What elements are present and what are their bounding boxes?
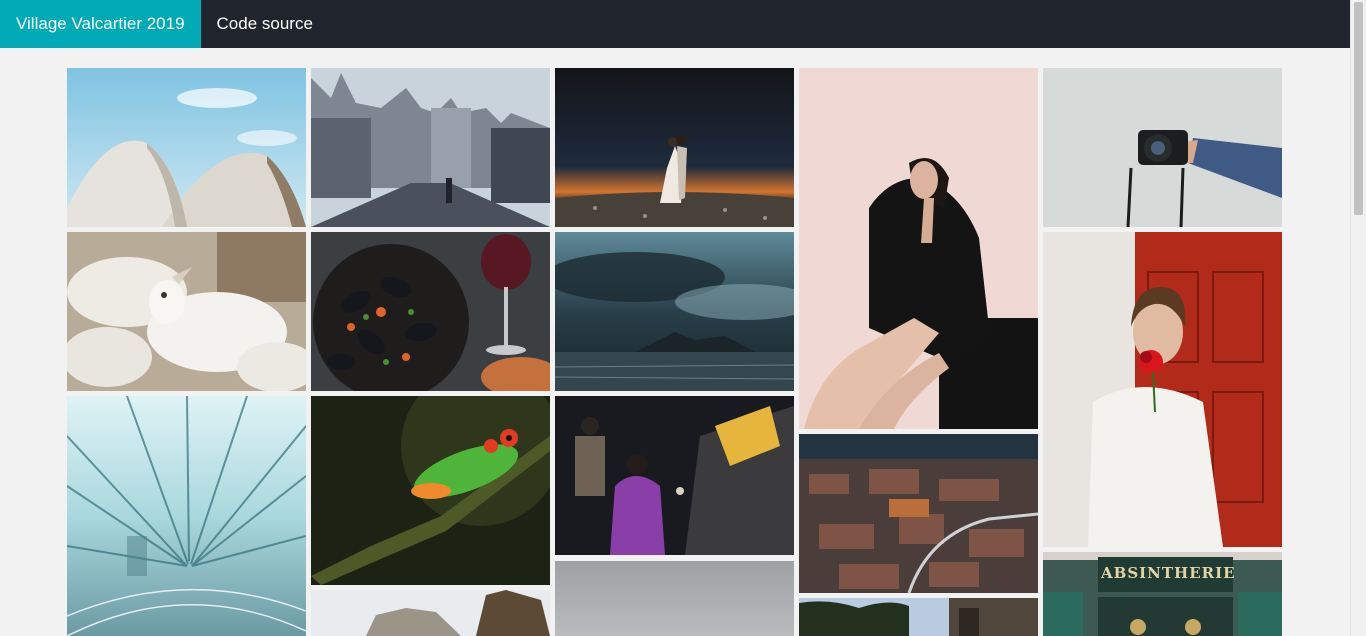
forest-edge-image [799,598,1038,636]
tunnel-image [67,396,306,636]
photo-speed-tunnel[interactable] [67,396,306,636]
rocky-cliff-image [311,590,550,636]
mussels-image [311,232,550,391]
top-navbar: Village Valcartier 2019 Code source [0,0,1350,48]
photo-night-ritual[interactable] [555,396,794,555]
night-ritual-image [555,396,794,555]
photo-couple-sunset[interactable] [555,68,794,227]
photo-man-red-door[interactable] [1043,232,1282,547]
stormy-sea-image [555,232,794,391]
source-code-link[interactable]: Code source [201,0,329,48]
goats-image [67,232,306,391]
tree-frog-image [311,396,550,585]
opera-house-image [67,68,306,227]
photo-absinthe-shop[interactable]: ABSINTHERIE [1043,552,1282,636]
photo-forest-edge[interactable] [799,598,1038,636]
photo-tree-frog[interactable] [311,396,550,585]
photo-opera-house[interactable] [67,68,306,227]
photo-woman-black-dress[interactable] [799,68,1038,429]
shop-sign-text: ABSINTHERIE [1101,564,1236,582]
man-red-door-image [1043,232,1282,547]
grey-sky-image [555,561,794,636]
aerial-city-image [799,434,1038,593]
photo-rocky-cliff[interactable] [311,590,550,636]
woman-black-dress-image [799,68,1038,429]
photo-gothic-street[interactable] [311,68,550,227]
hand-camera-image [1043,68,1282,227]
gothic-street-image [311,68,550,227]
photo-stormy-sea[interactable] [555,232,794,391]
photo-grey-sky[interactable] [555,561,794,636]
photo-white-goats[interactable] [67,232,306,391]
couple-sunset-image [555,68,794,227]
brand-link[interactable]: Village Valcartier 2019 [0,0,201,48]
photo-aerial-city[interactable] [799,434,1038,593]
scrollbar-thumb[interactable] [1354,2,1363,215]
photo-hand-camera[interactable] [1043,68,1282,227]
page-scrollbar[interactable] [1350,0,1366,636]
photo-mussels-wine[interactable] [311,232,550,391]
